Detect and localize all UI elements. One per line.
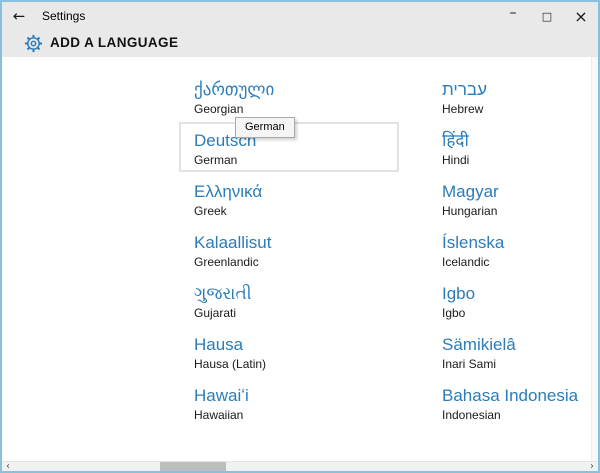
language-english-name: Georgian <box>194 102 244 116</box>
language-tile[interactable]: Íslenska Icelandic <box>427 224 598 274</box>
language-tile[interactable]: Bahasa Indonesia Indonesian <box>427 377 598 427</box>
maximize-button[interactable]: □ <box>530 2 564 30</box>
scroll-right-arrow-icon[interactable]: › <box>586 461 598 472</box>
language-english-name: German <box>194 153 238 167</box>
language-english-name: Hindi <box>442 153 470 167</box>
language-native-name: Hawaiʻi <box>194 386 249 405</box>
window-controls: – □ × <box>496 2 598 30</box>
language-tile[interactable]: Igbo Igbo <box>427 275 598 325</box>
settings-window: ← Settings – □ × ADD A LANGUAGE German ქ… <box>0 0 600 473</box>
language-tile[interactable]: Hawaiʻi Hawaiian <box>179 377 399 427</box>
vertical-scrollbar[interactable] <box>591 57 598 461</box>
horizontal-scrollbar-thumb[interactable] <box>160 462 226 471</box>
language-tile[interactable]: ქართული Georgian <box>179 71 399 121</box>
back-arrow-icon: ← <box>12 7 26 25</box>
page-header: ADD A LANGUAGE <box>2 30 598 57</box>
language-list-area: German ქართული Georgian Deutsch German Ελλην… <box>2 57 598 461</box>
language-english-name: Hungarian <box>442 204 498 218</box>
language-tile[interactable]: Magyar Hungarian <box>427 173 598 223</box>
language-native-name: Magyar <box>442 182 499 201</box>
language-english-name: Hawaiian <box>194 408 244 422</box>
language-english-name: Hausa (Latin) <box>194 357 267 371</box>
close-icon: × <box>574 6 588 26</box>
gear-icon <box>24 34 43 53</box>
language-english-name: Greek <box>194 204 227 218</box>
language-tile[interactable]: हिंदी Hindi <box>427 122 598 172</box>
language-native-name: Sämikielâ <box>442 335 516 354</box>
language-native-name: ગુજરાતી <box>194 284 252 303</box>
titlebar: ← Settings – □ × <box>2 2 598 30</box>
language-english-name: Hebrew <box>442 102 484 116</box>
language-native-name: Igbo <box>442 284 476 303</box>
page-title: ADD A LANGUAGE <box>50 35 179 50</box>
language-english-name: Indonesian <box>442 408 501 422</box>
language-english-name: Greenlandic <box>194 255 259 269</box>
minimize-button[interactable]: – <box>496 2 530 30</box>
language-english-name: Gujarati <box>194 306 237 320</box>
language-english-name: Igbo <box>442 306 466 320</box>
language-tile[interactable]: Sämikielâ Inari Sami <box>427 326 598 376</box>
language-tile[interactable]: עברית Hebrew <box>427 71 598 121</box>
close-button[interactable]: × <box>564 2 598 30</box>
language-native-name: Hausa <box>194 335 244 354</box>
minimize-icon: – <box>509 5 517 21</box>
window-title: Settings <box>42 9 86 23</box>
back-button[interactable]: ← <box>2 2 36 30</box>
language-native-name: Kalaallisut <box>194 233 272 252</box>
language-native-name: Ελληνικά <box>194 182 263 201</box>
horizontal-scrollbar[interactable]: ‹ › <box>2 461 598 471</box>
language-native-name: עברית <box>442 80 487 99</box>
maximize-icon: □ <box>541 9 553 23</box>
language-native-name: Íslenska <box>442 233 505 252</box>
language-native-name: हिंदी <box>442 131 469 150</box>
language-native-name: Bahasa Indonesia <box>442 386 579 405</box>
language-tile[interactable]: Kalaallisut Greenlandic <box>179 224 399 274</box>
language-tile[interactable]: ગુજરાતી Gujarati <box>179 275 399 325</box>
language-native-name: Deutsch <box>194 131 257 150</box>
language-english-name: Inari Sami <box>442 357 497 371</box>
tooltip: German <box>235 117 295 138</box>
language-tile[interactable]: Hausa Hausa (Latin) <box>179 326 399 376</box>
language-english-name: Icelandic <box>442 255 490 269</box>
language-tile[interactable]: Ελληνικά Greek <box>179 173 399 223</box>
language-native-name: ქართული <box>194 80 275 99</box>
scroll-left-arrow-icon[interactable]: ‹ <box>2 461 14 472</box>
language-column-right: עברית Hebrew हिंदी Hindi Magyar Hungarian Ísle… <box>427 71 598 427</box>
